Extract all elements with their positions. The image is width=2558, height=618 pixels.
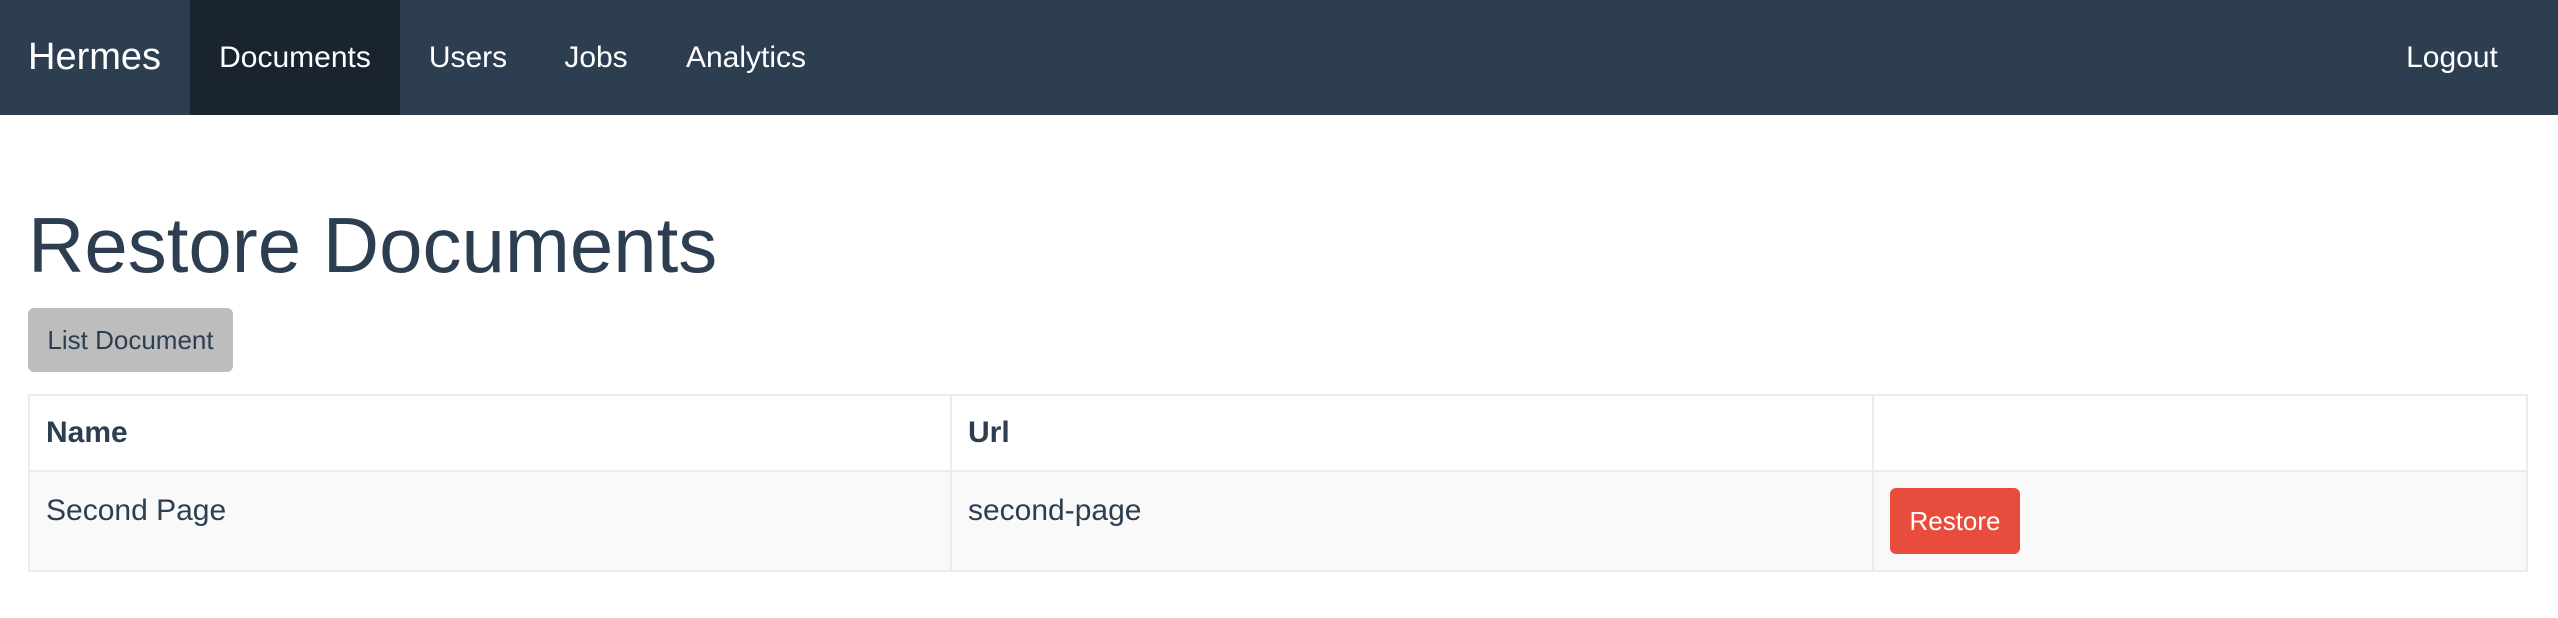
column-header-actions	[1872, 394, 2528, 472]
page-title: Restore Documents	[28, 201, 718, 289]
document-name: Second Page	[46, 494, 227, 527]
table-row: Second Page second-page Restore	[28, 470, 2528, 572]
documents-table: Name Url Second Page second-page Restore	[28, 394, 2528, 572]
column-header-url: Url	[950, 394, 1874, 472]
cell-name: Second Page	[28, 470, 952, 572]
nav-item-analytics[interactable]: Analytics	[656, 0, 836, 115]
document-url: second-page	[968, 494, 1142, 527]
column-header-name: Name	[28, 394, 952, 472]
list-document-button[interactable]: List Document	[28, 308, 233, 372]
nav-item-users[interactable]: Users	[400, 0, 536, 115]
table-header-row: Name Url	[28, 394, 2528, 472]
logout-link[interactable]: Logout	[2380, 0, 2524, 115]
top-navbar: Hermes Documents Users Jobs Analytics Lo…	[0, 0, 2558, 115]
nav-item-jobs[interactable]: Jobs	[536, 0, 656, 115]
nav-item-documents[interactable]: Documents	[190, 0, 400, 115]
cell-url: second-page	[950, 470, 1874, 572]
cell-actions: Restore	[1872, 470, 2528, 572]
brand-logo[interactable]: Hermes	[28, 0, 161, 115]
restore-button[interactable]: Restore	[1890, 488, 2020, 554]
